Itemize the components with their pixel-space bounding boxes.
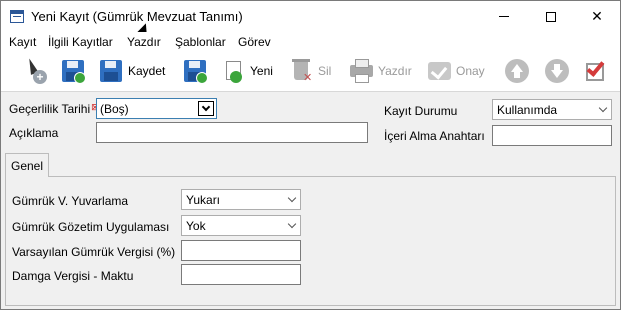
chevron-down-icon[interactable]: [283, 190, 300, 209]
print-label: Yazdır: [378, 64, 412, 78]
save-label: Kaydet: [128, 64, 166, 78]
import-key-label: İçeri Alma Anahtarı: [384, 129, 485, 143]
delete-button[interactable]: ✕ Sil: [287, 54, 331, 88]
record-status-select[interactable]: Kullanımda: [492, 99, 612, 120]
add-cursor-button[interactable]: +: [21, 54, 49, 88]
supervision-label: Gümrük Gözetim Uygulaması: [12, 220, 170, 234]
supervision-select[interactable]: Yok: [181, 215, 301, 236]
save-button[interactable]: Kaydet: [97, 54, 165, 88]
close-button[interactable]: ✕: [574, 1, 620, 32]
record-status-label: Kayıt Durumu: [384, 104, 458, 118]
window-title: Yeni Kayıt (Gümrük Mevzuat Tanımı): [31, 9, 243, 24]
new-label: Yeni: [250, 64, 273, 78]
save-icon: [97, 57, 125, 85]
record-status-value: Kullanımda: [497, 102, 558, 117]
validity-date-value: (Boş): [100, 101, 129, 116]
checklist-button[interactable]: [583, 54, 611, 88]
tab-genel[interactable]: Genel: [5, 153, 49, 177]
close-icon: ✕: [591, 8, 603, 24]
chevron-down-icon[interactable]: [594, 100, 611, 119]
title-bar: Yeni Kayıt (Gümrük Mevzuat Tanımı) ✕: [1, 1, 620, 36]
cursor-add-icon: +: [21, 57, 49, 85]
toolbar: + Kaydet Yeni ✕ Sil Yazdır Onay: [1, 52, 620, 92]
minimize-button[interactable]: [481, 1, 527, 32]
arrow-down-icon: [543, 57, 571, 85]
delete-icon: ✕: [287, 57, 315, 85]
move-down-button[interactable]: [543, 54, 571, 88]
stamp-duty-input[interactable]: [181, 264, 301, 285]
menu-bar: Kayıt İlgili Kayıtlar Yazdır Şablonlar G…: [1, 32, 620, 52]
menu-ilgili-kayitlar[interactable]: İlgili Kayıtlar: [48, 35, 113, 49]
save-new-button[interactable]: [181, 54, 209, 88]
print-button[interactable]: Yazdır: [347, 54, 412, 88]
validity-date-label: Geçerlilik Tarihi⊠: [9, 102, 99, 116]
approve-label: Onay: [456, 64, 485, 78]
rounding-label: Gümrük V. Yuvarlama: [12, 194, 129, 208]
app-form-icon: [10, 10, 24, 23]
menu-kayit[interactable]: Kayıt: [9, 35, 36, 49]
stamp-duty-label: Damga Vergisi - Maktu: [12, 269, 134, 283]
approve-icon: [425, 57, 453, 85]
approve-button[interactable]: Onay: [425, 54, 485, 88]
maximize-button[interactable]: [528, 1, 574, 32]
default-duty-input[interactable]: [181, 240, 301, 261]
chevron-down-icon[interactable]: [198, 101, 214, 116]
minimize-icon: [499, 16, 509, 17]
tab-genel-label: Genel: [10, 158, 44, 173]
supervision-value: Yok: [186, 218, 206, 233]
menu-yazdir[interactable]: Yazdır: [127, 35, 161, 49]
save-refresh-icon: [59, 57, 87, 85]
new-button[interactable]: Yeni: [219, 54, 273, 88]
menu-sablonlar[interactable]: Şablonlar: [175, 35, 226, 49]
move-up-button[interactable]: [503, 54, 531, 88]
arrow-up-icon: [503, 57, 531, 85]
printer-icon: [347, 57, 375, 85]
rounding-select[interactable]: Yukarı: [181, 189, 301, 210]
checkmark-icon: [583, 57, 611, 85]
main-window: Yeni Kayıt (Gümrük Mevzuat Tanımı) ✕ Kay…: [0, 0, 621, 310]
validity-date-picker[interactable]: (Boş): [96, 98, 217, 119]
delete-label: Sil: [318, 64, 332, 78]
save-refresh-button[interactable]: [59, 54, 87, 88]
new-document-icon: [219, 57, 247, 85]
import-key-input[interactable]: [492, 125, 612, 146]
chevron-down-icon[interactable]: [283, 216, 300, 235]
description-label: Açıklama: [9, 126, 59, 140]
maximize-icon: [546, 11, 556, 22]
default-duty-label: Varsayılan Gümrük Vergisi (%): [12, 245, 176, 259]
description-input[interactable]: [96, 122, 368, 143]
save-new-icon: [181, 57, 209, 85]
validity-date-label-text: Geçerlilik Tarihi: [9, 102, 91, 116]
rounding-value: Yukarı: [186, 192, 221, 207]
menu-gorev[interactable]: Görev: [238, 35, 271, 49]
